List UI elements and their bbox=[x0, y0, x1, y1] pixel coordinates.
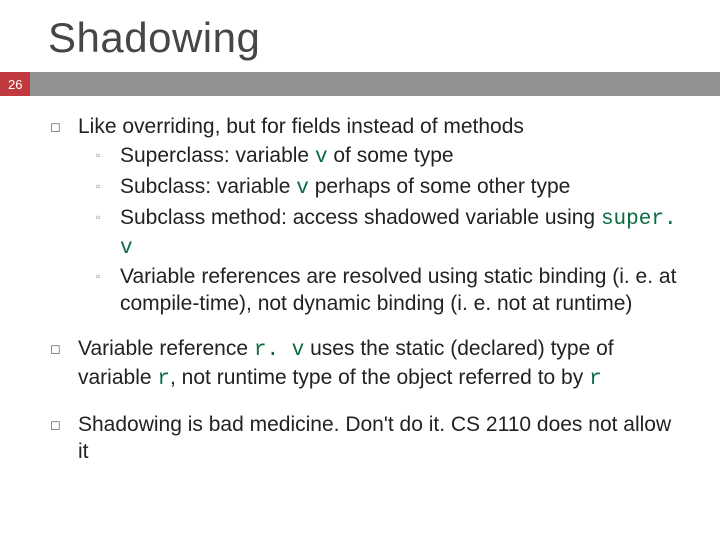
bullet-body: Like overriding, but for fields instead … bbox=[78, 114, 680, 318]
square-icon: ◻ bbox=[50, 336, 78, 394]
square-icon: ▫ bbox=[96, 264, 120, 318]
text: , not runtime type of the object referre… bbox=[170, 366, 589, 389]
sub-bullet-body: Superclass: variable v of some type bbox=[120, 143, 680, 172]
bullet-item: ◻ Shadowing is bad medicine. Don't do it… bbox=[50, 412, 680, 466]
sub-bullet-body: Subclass: variable v perhaps of some oth… bbox=[120, 174, 680, 203]
text: Variable references are resolved using s… bbox=[120, 265, 676, 315]
text: Subclass method: access shadowed variabl… bbox=[120, 206, 601, 229]
square-icon: ◻ bbox=[50, 114, 78, 318]
square-icon: ▫ bbox=[96, 143, 120, 172]
accent-bar: 26 bbox=[0, 72, 720, 96]
slide-title: Shadowing bbox=[0, 0, 720, 72]
bullet-lead: Like overriding, but for fields instead … bbox=[78, 115, 524, 138]
slide: Shadowing 26 ◻ Like overriding, but for … bbox=[0, 0, 720, 540]
sub-bullet: ▫ Variable references are resolved using… bbox=[78, 264, 680, 318]
code-text: r bbox=[157, 368, 170, 391]
code-text: r bbox=[589, 368, 602, 391]
text: Superclass: variable bbox=[120, 144, 315, 167]
sub-bullet: ▫ Subclass: variable v perhaps of some o… bbox=[78, 174, 680, 203]
sub-bullet-body: Variable references are resolved using s… bbox=[120, 264, 680, 318]
slide-content: ◻ Like overriding, but for fields instea… bbox=[0, 96, 720, 466]
code-text: r. v bbox=[254, 339, 304, 362]
sub-bullet-body: Subclass method: access shadowed variabl… bbox=[120, 205, 680, 263]
bullet-body: Shadowing is bad medicine. Don't do it. … bbox=[78, 412, 680, 466]
bullet-item: ◻ Variable reference r. v uses the stati… bbox=[50, 336, 680, 394]
square-icon: ◻ bbox=[50, 412, 78, 466]
code-text: v bbox=[315, 146, 328, 169]
text: perhaps of some other type bbox=[309, 175, 571, 198]
bullet-lead: Shadowing is bad medicine. Don't do it. … bbox=[78, 413, 671, 463]
text: of some type bbox=[328, 144, 454, 167]
text: Subclass: variable bbox=[120, 175, 296, 198]
code-text: v bbox=[296, 177, 309, 200]
square-icon: ▫ bbox=[96, 174, 120, 203]
sub-bullet: ▫ Superclass: variable v of some type bbox=[78, 143, 680, 172]
bullet-body: Variable reference r. v uses the static … bbox=[78, 336, 680, 394]
text: Variable reference bbox=[78, 337, 254, 360]
sub-bullet: ▫ Subclass method: access shadowed varia… bbox=[78, 205, 680, 263]
page-number: 26 bbox=[0, 72, 30, 96]
bullet-item: ◻ Like overriding, but for fields instea… bbox=[50, 114, 680, 318]
square-icon: ▫ bbox=[96, 205, 120, 263]
